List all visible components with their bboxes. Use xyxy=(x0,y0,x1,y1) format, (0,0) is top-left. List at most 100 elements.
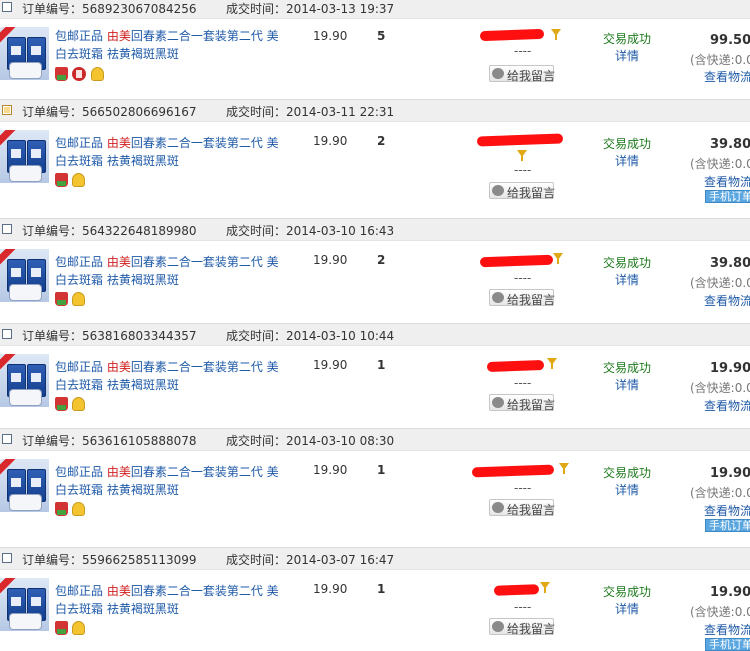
view-logistics-link[interactable]: 查看物流 xyxy=(704,502,750,519)
note-placeholder: ---- xyxy=(514,271,532,285)
product-title-link[interactable]: 包邮正品 由美回春素二合一套装第二代 美白去斑霜 祛黄褐斑黑斑 xyxy=(55,358,300,394)
view-logistics-link[interactable]: 查看物流 xyxy=(704,621,750,638)
buyer-note-icon[interactable] xyxy=(540,582,550,593)
mobile-order-badge: 手机订单 xyxy=(705,519,750,532)
order-checkbox[interactable] xyxy=(2,329,12,339)
leave-message-button[interactable]: 给我留言 xyxy=(489,618,555,636)
order-number: 订单编号：568923067084256 xyxy=(22,2,197,16)
trade-status: 交易成功 xyxy=(603,361,652,375)
genuine-badge-icon xyxy=(55,502,68,516)
unit-price: 19.90 xyxy=(313,582,348,596)
buyer-note-icon[interactable] xyxy=(553,253,563,264)
unit-price: 19.90 xyxy=(313,358,348,372)
redacted-buyer-name xyxy=(486,360,545,372)
service-badges xyxy=(55,173,135,188)
leave-message-button[interactable]: 给我留言 xyxy=(489,394,555,412)
order-header: 订单编号：566502806696167 成交时间：2014-03-11 22:… xyxy=(0,99,750,122)
quantity: 2 xyxy=(377,253,386,267)
product-title-link[interactable]: 包邮正品 由美回春素二合一套装第二代 美白去斑霜 祛黄褐斑黑斑 xyxy=(55,134,300,170)
buyer-note-icon[interactable] xyxy=(517,150,527,161)
shipping-fee: (含快递:0.0 xyxy=(690,605,750,619)
detail-link[interactable]: 详情 xyxy=(615,600,639,617)
redacted-buyer-name xyxy=(471,464,555,478)
order-total: 19.90 xyxy=(710,466,750,481)
unit-price: 19.90 xyxy=(313,29,348,43)
deal-time: 成交时间：2014-03-13 19:37 xyxy=(226,2,395,16)
view-logistics-link[interactable]: 查看物流 xyxy=(704,173,750,190)
view-logistics-link[interactable]: 查看物流 xyxy=(704,292,750,309)
trade-status: 交易成功 xyxy=(603,137,652,151)
consumer-guarantee-icon xyxy=(72,621,85,635)
order-number: 订单编号：564322648189980 xyxy=(22,224,197,238)
order-checkbox[interactable] xyxy=(2,434,12,444)
detail-link[interactable]: 详情 xyxy=(615,152,639,169)
view-logistics-link[interactable]: 查看物流 xyxy=(704,68,750,85)
message-bubble-icon xyxy=(492,292,504,303)
deal-time: 成交时间：2014-03-11 22:31 xyxy=(226,105,395,119)
order-total: 19.90 xyxy=(710,361,750,376)
message-bubble-icon xyxy=(492,502,504,513)
product-thumbnail[interactable] xyxy=(0,130,49,183)
redacted-buyer-name xyxy=(493,584,540,596)
mobile-order-badge: 手机订单 xyxy=(705,190,750,203)
detail-link[interactable]: 详情 xyxy=(615,376,639,393)
leave-message-button[interactable]: 给我留言 xyxy=(489,65,555,83)
shipping-fee: (含快递:0.0 xyxy=(690,157,750,171)
buyer-note-icon[interactable] xyxy=(547,358,557,369)
note-placeholder: ---- xyxy=(514,163,532,177)
quantity: 2 xyxy=(377,134,386,148)
quantity: 1 xyxy=(377,582,386,596)
product-thumbnail[interactable] xyxy=(0,578,49,631)
product-title-link[interactable]: 包邮正品 由美回春素二合一套装第二代 美白去斑霜 祛黄褐斑黑斑 xyxy=(55,463,300,499)
unit-price: 19.90 xyxy=(313,253,348,267)
order-total: 19.90 xyxy=(710,585,750,600)
buyer-note-icon[interactable] xyxy=(551,29,561,40)
note-placeholder: ---- xyxy=(514,44,532,58)
deal-time: 成交时间：2014-03-07 16:47 xyxy=(226,553,395,567)
product-thumbnail[interactable] xyxy=(0,249,49,302)
service-badges xyxy=(55,397,135,412)
genuine-badge-icon xyxy=(55,397,68,411)
product-thumbnail[interactable] xyxy=(0,27,49,80)
trade-status: 交易成功 xyxy=(603,585,652,599)
redacted-buyer-name xyxy=(476,133,564,147)
consumer-guarantee-icon xyxy=(72,292,85,306)
order-total: 39.80 xyxy=(710,256,750,271)
view-logistics-link[interactable]: 查看物流 xyxy=(704,397,750,414)
order-checkbox[interactable] xyxy=(2,224,12,234)
detail-link[interactable]: 详情 xyxy=(615,47,639,64)
deal-time: 成交时间：2014-03-10 16:43 xyxy=(226,224,395,238)
trade-status: 交易成功 xyxy=(603,466,652,480)
order-checkbox[interactable] xyxy=(2,2,12,12)
order-header: 订单编号：563616105888078 成交时间：2014-03-10 08:… xyxy=(0,428,750,451)
order-checkbox[interactable] xyxy=(2,105,12,115)
redacted-buyer-name xyxy=(479,28,545,42)
order-number: 订单编号：559662585113099 xyxy=(22,553,197,567)
product-title-link[interactable]: 包邮正品 由美回春素二合一套装第二代 美白去斑霜 祛黄褐斑黑斑 xyxy=(55,27,300,63)
note-placeholder: ---- xyxy=(514,376,532,390)
deal-time: 成交时间：2014-03-10 10:44 xyxy=(226,329,395,343)
trade-status: 交易成功 xyxy=(603,32,652,46)
note-placeholder: ---- xyxy=(514,481,532,495)
product-title-link[interactable]: 包邮正品 由美回春素二合一套装第二代 美白去斑霜 祛黄褐斑黑斑 xyxy=(55,253,300,289)
order-number: 订单编号：563616105888078 xyxy=(22,434,197,448)
product-thumbnail[interactable] xyxy=(0,459,49,512)
product-thumbnail[interactable] xyxy=(0,354,49,407)
detail-link[interactable]: 详情 xyxy=(615,481,639,498)
shipping-fee: (含快递:0.0 xyxy=(690,53,750,67)
order-header: 订单编号：563816803344357 成交时间：2014-03-10 10:… xyxy=(0,323,750,346)
order-header: 订单编号：564322648189980 成交时间：2014-03-10 16:… xyxy=(0,218,750,241)
detail-link[interactable]: 详情 xyxy=(615,271,639,288)
buyer-note-icon[interactable] xyxy=(559,463,569,474)
consumer-guarantee-icon xyxy=(72,502,85,516)
leave-message-button[interactable]: 给我留言 xyxy=(489,289,555,307)
unit-price: 19.90 xyxy=(313,463,348,477)
genuine-badge-icon xyxy=(55,173,68,187)
leave-message-button[interactable]: 给我留言 xyxy=(489,182,555,200)
service-badges xyxy=(55,502,135,517)
genuine-badge-icon xyxy=(55,67,68,81)
product-title-link[interactable]: 包邮正品 由美回春素二合一套装第二代 美白去斑霜 祛黄褐斑黑斑 xyxy=(55,582,300,618)
leave-message-button[interactable]: 给我留言 xyxy=(489,499,555,517)
order-checkbox[interactable] xyxy=(2,553,12,563)
order-total: 39.80 xyxy=(710,137,750,152)
